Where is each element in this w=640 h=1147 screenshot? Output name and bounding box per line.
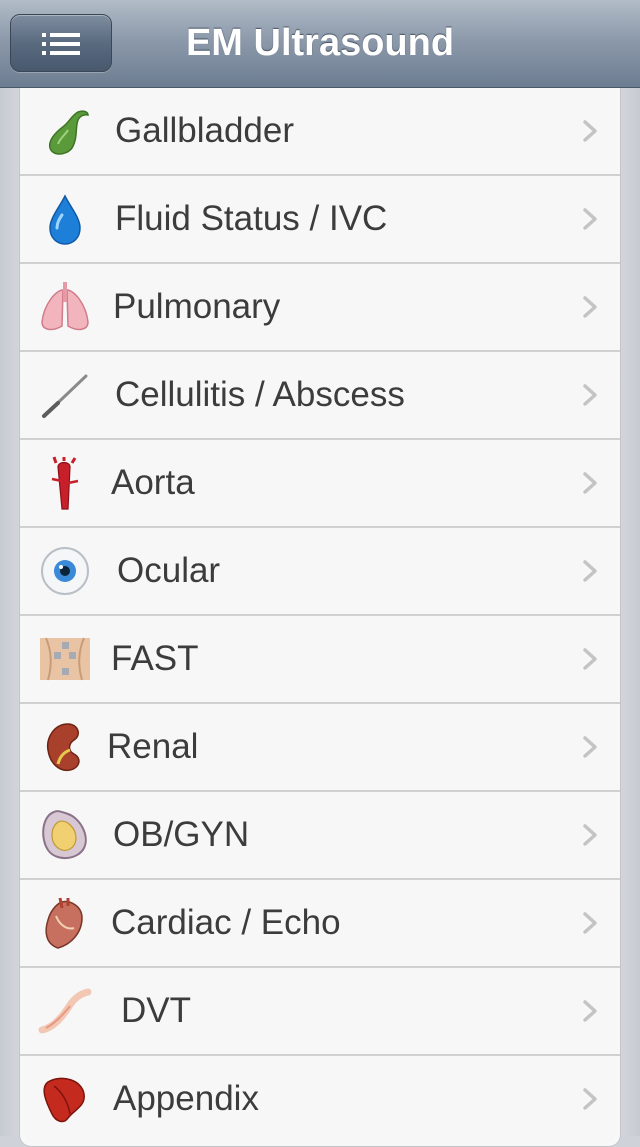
- navigation-bar: EM Ultrasound: [0, 0, 640, 88]
- topic-list: Gallbladder Fluid Status / IVC Pulmonary: [19, 88, 621, 1147]
- list-item-gallbladder[interactable]: Gallbladder: [20, 88, 620, 176]
- aorta-icon: [51, 456, 79, 510]
- list-item-ob-gyn[interactable]: OB/GYN: [20, 792, 620, 880]
- list-item-aorta[interactable]: Aorta: [20, 440, 620, 528]
- water-drop-icon: [49, 194, 81, 245]
- list-item-label: Fluid Status / IVC: [115, 199, 388, 238]
- list-item-renal[interactable]: Renal: [20, 704, 620, 792]
- leg-vein-icon: [38, 988, 92, 1034]
- list-item-label: DVT: [121, 991, 191, 1030]
- chevron-right-icon: [583, 296, 597, 318]
- list-item-label: Cellulitis / Abscess: [115, 375, 405, 414]
- list-item-cellulitis-abscess[interactable]: Cellulitis / Abscess: [20, 352, 620, 440]
- content-area: Gallbladder Fluid Status / IVC Pulmonary: [0, 88, 640, 1147]
- chevron-right-icon: [583, 736, 597, 758]
- gallbladder-icon: [48, 110, 89, 155]
- needle-icon: [42, 374, 88, 418]
- chevron-right-icon: [583, 472, 597, 494]
- chevron-right-icon: [583, 208, 597, 230]
- page-title: EM Ultrasound: [185, 22, 455, 64]
- appendix-icon: [43, 1077, 85, 1123]
- list-item-fluid-status-ivc[interactable]: Fluid Status / IVC: [20, 176, 620, 264]
- chevron-right-icon: [583, 912, 597, 934]
- chevron-right-icon: [583, 1000, 597, 1022]
- lungs-icon: [41, 282, 89, 331]
- list-item-fast[interactable]: FAST: [20, 616, 620, 704]
- list-item-ocular[interactable]: Ocular: [20, 528, 620, 616]
- list-item-label: Ocular: [117, 551, 221, 590]
- list-item-label: OB/GYN: [113, 815, 250, 854]
- list-item-cardiac-echo[interactable]: Cardiac / Echo: [20, 880, 620, 968]
- list-item-label: Appendix: [113, 1079, 259, 1118]
- chevron-right-icon: [583, 648, 597, 670]
- chevron-right-icon: [583, 824, 597, 846]
- chevron-right-icon: [583, 1088, 597, 1110]
- uterus-icon: [42, 810, 87, 859]
- list-item-label: Gallbladder: [115, 111, 294, 150]
- torso-icon: [40, 637, 90, 681]
- eye-icon: [41, 547, 89, 595]
- menu-button[interactable]: [10, 14, 112, 72]
- list-item-label: FAST: [111, 639, 199, 678]
- chevron-right-icon: [583, 120, 597, 142]
- list-item-label: Aorta: [111, 463, 195, 502]
- list-item-appendix[interactable]: Appendix: [20, 1056, 620, 1146]
- chevron-right-icon: [583, 560, 597, 582]
- list-item-label: Cardiac / Echo: [111, 903, 341, 942]
- list-item-label: Pulmonary: [113, 287, 281, 326]
- kidney-icon: [46, 723, 80, 772]
- chevron-right-icon: [583, 384, 597, 406]
- menu-icon: [42, 33, 80, 55]
- list-item-pulmonary[interactable]: Pulmonary: [20, 264, 620, 352]
- list-item-label: Renal: [107, 727, 199, 766]
- heart-icon: [45, 897, 83, 949]
- list-item-dvt[interactable]: DVT: [20, 968, 620, 1056]
